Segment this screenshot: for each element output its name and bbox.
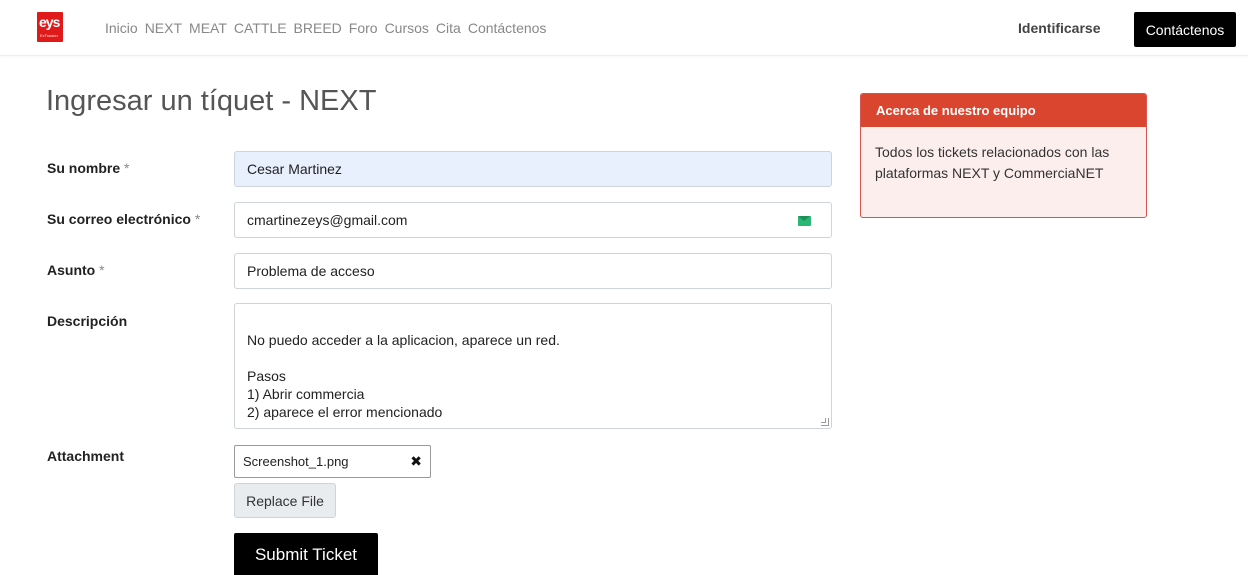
- name-field-value: Cesar Martinez: [247, 161, 342, 177]
- nav-item-contactenos[interactable]: Contáctenos: [468, 20, 547, 36]
- subject-field[interactable]: Problema de acceso: [234, 253, 832, 289]
- description-value: No puedo acceder a la aplicacion, aparec…: [247, 332, 560, 420]
- page-title: Ingresar un tíquet - NEXT: [46, 85, 377, 117]
- team-info-card: Acerca de nuestro equipo Todos los ticke…: [860, 93, 1147, 218]
- email-field-value: cmartinezeys@gmail.com: [247, 212, 408, 228]
- subject-field-value: Problema de acceso: [247, 263, 375, 279]
- logo-subtext: EzTracker: [40, 33, 59, 38]
- logo-text: eys: [39, 14, 60, 30]
- required-mark: *: [99, 262, 105, 278]
- subject-label-text: Asunto: [47, 262, 96, 278]
- signin-link[interactable]: Identificarse: [1018, 20, 1100, 36]
- email-label-text: Su correo electrónico: [47, 211, 191, 227]
- email-field[interactable]: cmartinezeys@gmail.com: [234, 202, 832, 238]
- resize-handle-icon[interactable]: [821, 418, 829, 426]
- nav-item-cita[interactable]: Cita: [436, 20, 461, 36]
- main-nav: Inicio NEXT MEAT CATTLE BREED Foro Curso…: [105, 20, 546, 36]
- card-title: Acerca de nuestro equipo: [861, 94, 1146, 127]
- nav-item-cattle[interactable]: CATTLE: [234, 20, 287, 36]
- nav-item-meat[interactable]: MEAT: [189, 20, 227, 36]
- mail-icon: [798, 216, 811, 226]
- nav-item-next[interactable]: NEXT: [145, 20, 182, 36]
- required-mark: *: [194, 211, 201, 227]
- submit-ticket-button[interactable]: Submit Ticket: [234, 533, 378, 575]
- attached-file-name: Screenshot_1.png: [243, 454, 349, 469]
- contact-button[interactable]: Contáctenos: [1134, 12, 1236, 47]
- name-label-text: Su nombre: [47, 160, 121, 176]
- description-textarea[interactable]: No puedo acceder a la aplicacion, aparec…: [234, 303, 832, 429]
- required-mark: *: [124, 160, 130, 176]
- brand-logo[interactable]: eys EzTracker: [37, 12, 63, 42]
- attached-file-chip: Screenshot_1.png ✖: [234, 445, 431, 478]
- nav-item-foro[interactable]: Foro: [349, 20, 378, 36]
- email-label: Su correo electrónico *: [47, 211, 200, 227]
- nav-item-breed[interactable]: BREED: [294, 20, 342, 36]
- subject-label: Asunto *: [47, 262, 105, 278]
- attachment-label: Attachment: [47, 448, 125, 464]
- card-body: Todos los tickets relacionados con las p…: [875, 144, 1110, 181]
- replace-file-button[interactable]: Replace File: [234, 483, 336, 518]
- nav-item-inicio[interactable]: Inicio: [105, 20, 138, 36]
- name-field[interactable]: Cesar Martinez: [234, 151, 832, 187]
- remove-file-icon[interactable]: ✖: [410, 453, 422, 470]
- description-label: Descripción: [47, 313, 128, 329]
- nav-item-cursos[interactable]: Cursos: [385, 20, 429, 36]
- top-navbar: eys EzTracker Inicio NEXT MEAT CATTLE BR…: [0, 0, 1248, 56]
- name-label: Su nombre *: [47, 160, 129, 176]
